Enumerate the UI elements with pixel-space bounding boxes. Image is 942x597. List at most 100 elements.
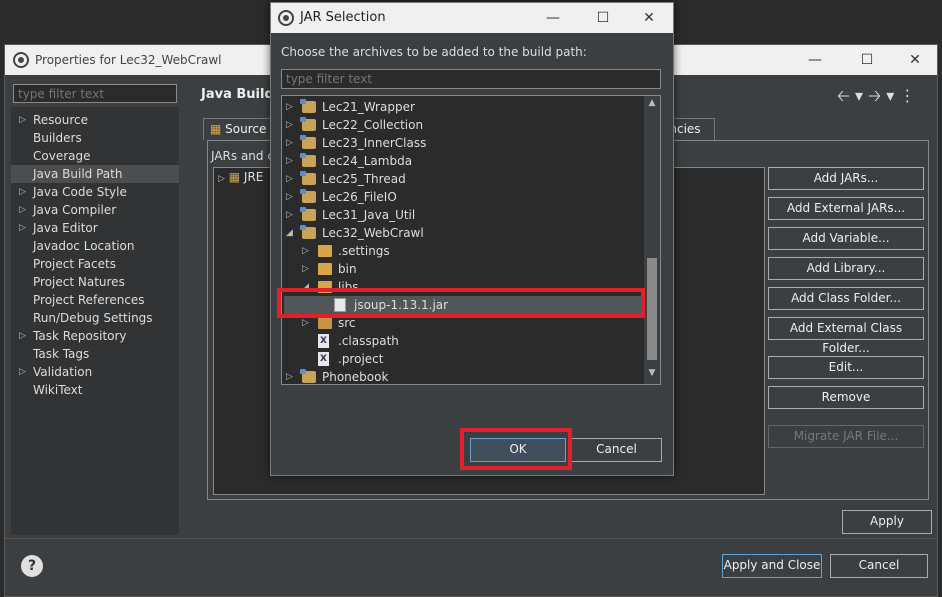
tree-item[interactable]: ▷ Lec26_FileIO: [282, 188, 642, 206]
expand-arrow-icon[interactable]: ▷: [19, 363, 26, 381]
expand-arrow-icon[interactable]: ▷: [19, 111, 26, 129]
scroll-up-icon[interactable]: ▲: [646, 98, 658, 112]
expand-arrow-icon[interactable]: ▷: [286, 98, 296, 116]
nav-item[interactable]: ▷ Resource: [11, 111, 179, 129]
tree-item-jre[interactable]: ▷ ▦ JRE: [218, 170, 263, 184]
tree-scrollbar[interactable]: ▲ ▼: [644, 96, 660, 384]
expand-arrow-icon[interactable]: ▷: [302, 242, 312, 260]
build-path-side-button[interactable]: Add JARs...: [768, 167, 924, 190]
expand-arrow-icon[interactable]: ▷: [19, 201, 26, 219]
help-icon[interactable]: ?: [21, 555, 43, 577]
jar-archive-tree[interactable]: ▷ Lec21_Wrapper ▷ Lec22_Collection ▷ Lec23_In…: [281, 95, 661, 385]
build-path-side-button[interactable]: Add Variable...: [768, 227, 924, 250]
nav-item-label: Javadoc Location: [33, 239, 135, 253]
tree-item-label: .project: [338, 352, 384, 366]
project-icon: [300, 153, 316, 167]
collapse-arrow-icon[interactable]: ◢: [286, 224, 296, 242]
apply-button[interactable]: Apply: [842, 510, 932, 534]
build-path-side-button[interactable]: Add Library...: [768, 257, 924, 280]
tree-item[interactable]: ▷ Lec24_Lambda: [282, 152, 642, 170]
build-path-side-button[interactable]: Add Class Folder...: [768, 287, 924, 310]
expand-arrow-icon[interactable]: ▷: [286, 368, 296, 384]
tree-item[interactable]: X .classpath: [282, 332, 642, 350]
cancel-button[interactable]: Cancel: [830, 554, 928, 578]
jar-dialog-titlebar: JAR Selection — ☐ ✕: [271, 3, 673, 33]
tree-item-label: JRE: [243, 170, 264, 184]
scroll-down-icon[interactable]: ▼: [646, 368, 658, 382]
tree-item[interactable]: ▷ Phonebook: [282, 368, 642, 384]
nav-item[interactable]: Project Facets: [11, 255, 179, 273]
tree-item[interactable]: ▷ Lec22_Collection: [282, 116, 642, 134]
nav-item[interactable]: Java Build Path: [11, 165, 179, 183]
expand-arrow-icon[interactable]: ▷: [286, 152, 296, 170]
build-path-side-button[interactable]: Migrate JAR File...: [768, 425, 924, 448]
build-path-side-button[interactable]: Remove: [768, 386, 924, 409]
nav-item[interactable]: Project Natures: [11, 273, 179, 291]
expand-arrow-icon[interactable]: ▷: [218, 174, 225, 184]
jar-filter-input[interactable]: [281, 69, 661, 89]
expand-arrow-icon[interactable]: ▷: [19, 219, 26, 237]
tab-source[interactable]: ▦ Source: [203, 118, 279, 140]
project-icon: [300, 99, 316, 113]
build-path-side-button[interactable]: Add External Class Folder...: [768, 317, 924, 355]
tree-item[interactable]: ▷ Lec23_InnerClass: [282, 134, 642, 152]
nav-item-label: Coverage: [33, 149, 91, 163]
scroll-thumb[interactable]: [647, 258, 657, 360]
source-tab-icon: ▦: [210, 122, 222, 136]
tree-item[interactable]: ◢ Lec32_WebCrawl: [282, 224, 642, 242]
nav-item[interactable]: ▷ Java Compiler: [11, 201, 179, 219]
library-icon: ▦: [228, 170, 241, 184]
tree-item-label: Lec31_Java_Util: [322, 208, 416, 222]
nav-item[interactable]: Run/Debug Settings: [11, 309, 179, 327]
expand-arrow-icon[interactable]: ▷: [286, 188, 296, 206]
nav-item[interactable]: ▷ Java Code Style: [11, 183, 179, 201]
maximize-icon[interactable]: ☐: [583, 7, 623, 29]
nav-item[interactable]: ▷ Java Editor: [11, 219, 179, 237]
folder-icon: [318, 245, 332, 257]
src-folder-icon: [318, 317, 332, 329]
expand-arrow-icon[interactable]: ▷: [302, 260, 312, 278]
tree-item-label: .settings: [338, 244, 390, 258]
nav-item[interactable]: Coverage: [11, 147, 179, 165]
jar-cancel-button[interactable]: Cancel: [571, 438, 662, 462]
nav-item[interactable]: Task Tags: [11, 345, 179, 363]
nav-item-label: WikiText: [33, 383, 83, 397]
nav-item[interactable]: Builders: [11, 129, 179, 147]
nav-item-label: Java Build Path: [33, 167, 123, 181]
expand-arrow-icon[interactable]: ▷: [286, 116, 296, 134]
history-nav-icons[interactable]: 🡠 ▾ 🡢 ▾ ⋮: [837, 85, 915, 112]
nav-item[interactable]: Project References: [11, 291, 179, 309]
tree-item[interactable]: X .project: [282, 350, 642, 368]
nav-filter-input[interactable]: [13, 84, 177, 103]
close-icon[interactable]: ✕: [629, 7, 669, 29]
tree-item-label: Phonebook: [322, 370, 389, 384]
nav-item[interactable]: ▷ Validation: [11, 363, 179, 381]
expand-arrow-icon[interactable]: ▷: [286, 170, 296, 188]
nav-item[interactable]: Javadoc Location: [11, 237, 179, 255]
expand-arrow-icon[interactable]: ▷: [19, 183, 26, 201]
nav-item-label: Project Natures: [33, 275, 125, 289]
expand-arrow-icon[interactable]: ▷: [286, 206, 296, 224]
tree-item[interactable]: ▷ .settings: [282, 242, 642, 260]
project-icon: [300, 369, 316, 383]
tree-item[interactable]: ▷ Lec21_Wrapper: [282, 98, 642, 116]
build-path-side-button[interactable]: Add External JARs...: [768, 197, 924, 220]
maximize-icon[interactable]: ☐: [847, 49, 887, 71]
build-path-side-button[interactable]: Edit...: [768, 356, 924, 379]
expand-arrow-icon[interactable]: ▷: [286, 134, 296, 152]
close-icon[interactable]: ✕: [895, 49, 935, 71]
tree-item[interactable]: ▷ bin: [282, 260, 642, 278]
tree-item[interactable]: ▷ Lec25_Thread: [282, 170, 642, 188]
tree-item-label: Lec25_Thread: [322, 172, 406, 186]
expand-arrow-icon[interactable]: ▷: [19, 327, 26, 345]
nav-item[interactable]: WikiText: [11, 381, 179, 399]
minimize-icon[interactable]: —: [533, 7, 573, 29]
project-icon: [300, 207, 316, 221]
nav-item-label: Run/Debug Settings: [33, 311, 153, 325]
project-icon: [300, 189, 316, 203]
nav-item[interactable]: ▷ Task Repository: [11, 327, 179, 345]
minimize-icon[interactable]: —: [795, 49, 835, 71]
eclipse-app-icon: [13, 52, 29, 68]
apply-and-close-button[interactable]: Apply and Close: [722, 554, 822, 578]
tree-item[interactable]: ▷ Lec31_Java_Util: [282, 206, 642, 224]
